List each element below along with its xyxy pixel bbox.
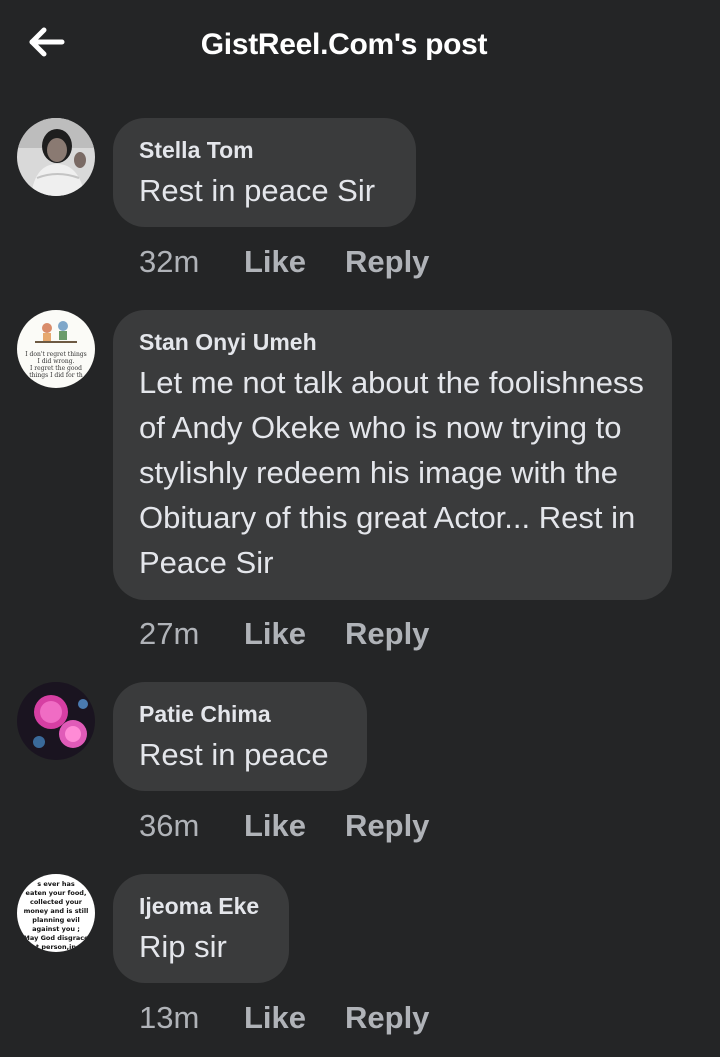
like-button[interactable]: Like [244, 616, 345, 652]
like-button[interactable]: Like [244, 808, 345, 844]
comment-actions: 13m Like Reply [139, 1000, 429, 1036]
comment-actions: 27m Like Reply [139, 616, 429, 652]
comment-timestamp: 13m [139, 1000, 200, 1035]
avatar[interactable]: s ever has eaten your food, collected yo… [17, 874, 95, 952]
svg-text:s ever has: s ever has [37, 880, 75, 888]
comment-text: Rest in peace [139, 737, 329, 772]
avatar[interactable] [17, 118, 95, 196]
svg-text:I did wrong.: I did wrong. [37, 358, 74, 365]
comment-text: Rip sir [139, 929, 227, 964]
avatar[interactable]: I don't regret things I did wrong. I reg… [17, 310, 95, 388]
page-title: GistReel.Com's post [200, 28, 488, 61]
avatar[interactable] [17, 682, 95, 760]
comment-author[interactable]: Ijeoma Eke [139, 892, 263, 920]
like-button[interactable]: Like [244, 244, 345, 280]
reply-button[interactable]: Reply [345, 808, 429, 844]
text-quote-avatar-icon: s ever has eaten your food, collected yo… [17, 874, 95, 952]
comment-bubble: Stella Tom Rest in peace Sir [113, 118, 416, 227]
comment-bubble: Patie Chima Rest in peace [113, 682, 367, 791]
comment-timestamp: 36m [139, 808, 200, 843]
comment-actions: 36m Like Reply [139, 808, 429, 844]
header-bar: GistReel.Com's post [0, 0, 720, 92]
svg-text:collected your: collected your [30, 898, 83, 906]
comment-actions: 32m Like Reply [139, 244, 429, 280]
reply-button[interactable]: Reply [345, 244, 429, 280]
comment-bubble: Ijeoma Eke Rip sir [113, 874, 289, 983]
comment-author[interactable]: Stan Onyi Umeh [139, 328, 646, 356]
quote-card-avatar-icon: I don't regret things I did wrong. I reg… [17, 310, 95, 388]
svg-text:May God disgrace: May God disgrace [23, 934, 89, 942]
svg-text:t person,in: t person,in [36, 943, 76, 951]
reply-button[interactable]: Reply [345, 616, 429, 652]
comment-timestamp: 32m [139, 244, 200, 279]
svg-text:I regret the good: I regret the good [30, 365, 82, 372]
svg-text:money and is still: money and is still [24, 907, 89, 915]
svg-text:things I did for th: things I did for th [29, 372, 83, 379]
svg-text:against you ;: against you ; [32, 925, 80, 933]
comment-bubble: Stan Onyi Umeh Let me not talk about the… [113, 310, 672, 600]
like-button[interactable]: Like [244, 1000, 345, 1036]
comment-text: Let me not talk about the foolishness of… [139, 365, 644, 580]
svg-text:eaten your food,: eaten your food, [26, 889, 87, 897]
comment-timestamp: 27m [139, 616, 200, 651]
comment-author[interactable]: Stella Tom [139, 136, 390, 164]
svg-text:planning evil: planning evil [32, 916, 79, 924]
comment-author[interactable]: Patie Chima [139, 700, 341, 728]
svg-text:I don't regret things: I don't regret things [25, 351, 87, 358]
comment-text: Rest in peace Sir [139, 173, 376, 208]
flower-photo-icon [17, 682, 95, 760]
profile-photo-icon [17, 118, 95, 196]
reply-button[interactable]: Reply [345, 1000, 429, 1036]
